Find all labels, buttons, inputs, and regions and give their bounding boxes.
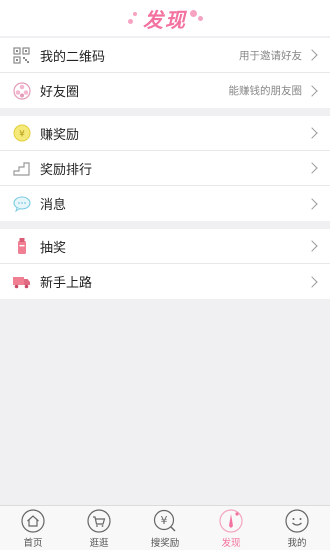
tab-label: 首页 xyxy=(23,537,43,549)
message-bubble-icon xyxy=(12,194,31,213)
menu-item-friends-circle[interactable]: 好友圈 能赚钱的朋友圈 xyxy=(0,73,330,108)
decor-dot xyxy=(198,16,203,21)
menu-item-label: 赚奖励 xyxy=(40,127,80,143)
chevron-right-icon xyxy=(306,162,318,174)
chevron-right-icon xyxy=(306,84,318,97)
chevron-right-icon xyxy=(306,127,318,139)
tab-me[interactable]: 我的 xyxy=(267,508,327,549)
menu-item-earn-rewards[interactable]: ¥ 赚奖励 xyxy=(0,116,330,151)
decor-dot xyxy=(133,12,137,16)
menu-item-hint: 能赚钱的朋友圈 xyxy=(228,85,303,97)
bottom-tab-bar: 首页 逛逛 ¥ 搜奖励 发现 我的 xyxy=(0,505,330,550)
home-icon xyxy=(20,508,46,534)
menu-item-label: 奖励排行 xyxy=(40,162,93,178)
svg-text:¥: ¥ xyxy=(161,514,168,527)
decor-dot xyxy=(190,10,197,17)
chevron-right-icon xyxy=(306,275,318,288)
chevron-right-icon xyxy=(306,197,318,210)
menu-item-label: 我的二维码 xyxy=(40,49,106,65)
truck-icon xyxy=(12,272,31,291)
page-title: 发现 xyxy=(143,7,187,32)
cart-icon xyxy=(86,508,112,534)
menu-item-beginner-guide[interactable]: 新手上路 xyxy=(0,264,330,299)
tab-home[interactable]: 首页 xyxy=(3,508,63,549)
menu-group-3: 抽奖 新手上路 xyxy=(0,229,330,299)
menu-item-reward-ranking[interactable]: 奖励排行 xyxy=(0,151,330,186)
menu-item-label: 新手上路 xyxy=(40,276,93,291)
ranking-stairs-icon xyxy=(12,159,31,178)
chevron-right-icon xyxy=(306,49,318,61)
menu-item-label: 消息 xyxy=(40,198,67,213)
tab-discover[interactable]: 发现 xyxy=(201,508,261,549)
tab-label: 我的 xyxy=(287,537,307,549)
menu-item-messages[interactable]: 消息 xyxy=(0,186,330,221)
menu-group-2: ¥ 赚奖励 奖励排行 消息 xyxy=(0,116,330,221)
tab-label: 发现 xyxy=(221,537,241,549)
tab-browse[interactable]: 逛逛 xyxy=(69,508,129,549)
coin-icon: ¥ xyxy=(12,124,31,143)
header-bar: 发现 xyxy=(0,0,330,36)
decor-dot xyxy=(128,19,133,24)
yuan-search-icon: ¥ xyxy=(152,508,178,534)
menu-item-label: 抽奖 xyxy=(40,240,67,256)
menu-item-label: 好友圈 xyxy=(40,85,80,100)
menu-item-qr-code[interactable]: 我的二维码 用于邀请好友 xyxy=(0,38,330,73)
menu-group-1: 我的二维码 用于邀请好友 好友圈 能赚钱的朋友圈 xyxy=(0,38,330,108)
friends-circle-icon xyxy=(12,81,31,100)
smiley-icon xyxy=(284,508,310,534)
tab-label: 搜奖励 xyxy=(150,537,180,549)
qr-code-icon xyxy=(12,46,31,65)
tab-search-rewards[interactable]: ¥ 搜奖励 xyxy=(135,508,195,549)
menu-item-hint: 用于邀请好友 xyxy=(239,49,302,62)
menu-item-lottery[interactable]: 抽奖 xyxy=(0,229,330,264)
tab-label: 逛逛 xyxy=(89,537,109,549)
svg-text:¥: ¥ xyxy=(19,130,25,140)
chevron-right-icon xyxy=(306,240,318,252)
lottery-icon xyxy=(12,237,31,256)
discover-icon xyxy=(218,508,244,534)
